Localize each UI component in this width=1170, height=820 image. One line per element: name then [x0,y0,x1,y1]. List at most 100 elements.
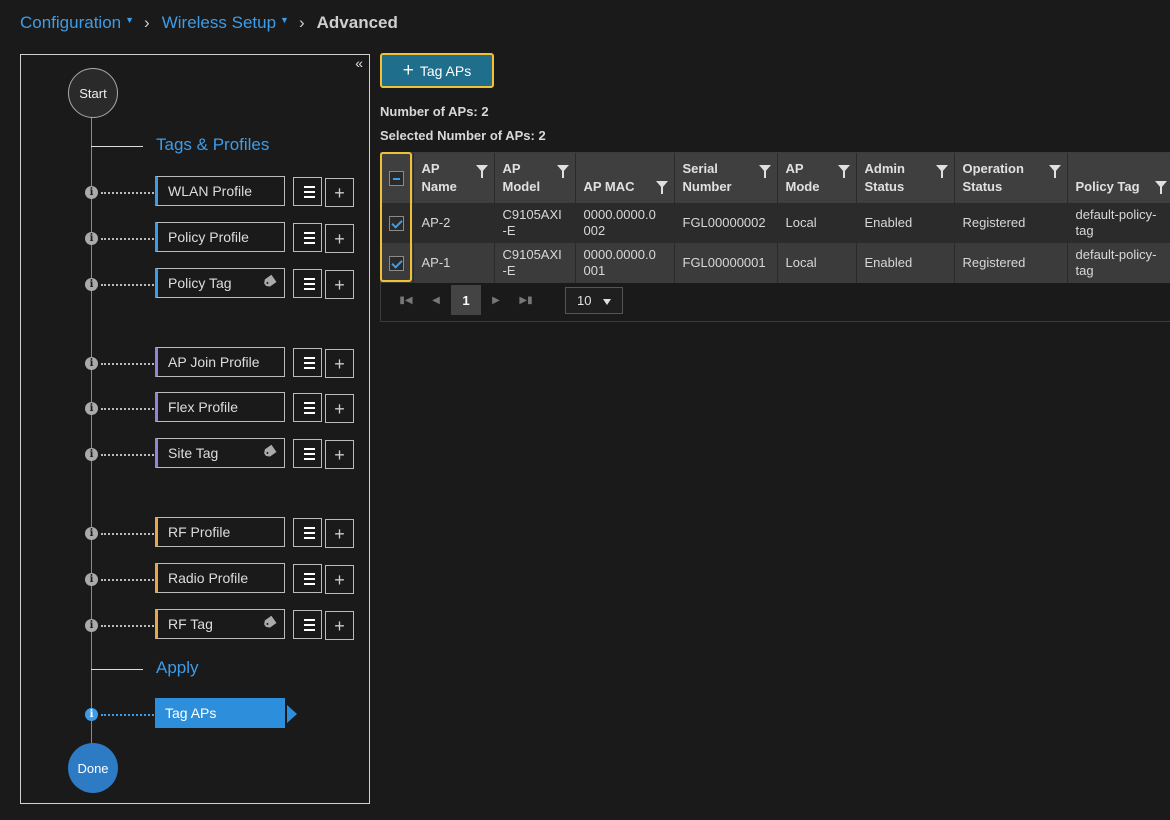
list-icon [300,447,315,460]
step-flex-profile[interactable]: Flex Profile [155,392,285,422]
cell-serial: FGL00000001 [674,243,778,283]
column-header-policy-tag[interactable]: Policy Tag [1067,153,1170,203]
column-header-serial-number[interactable]: Serial Number [674,153,778,203]
table-row[interactable]: AP-1 C9105AXI -E 0000.0000.0 001 FGL000000… [381,243,1170,283]
step-tag-aps[interactable]: Tag APs [155,698,285,728]
cell-ap-model: C9105AXI -E [494,203,576,243]
cell-ap-name: AP-2 [413,203,495,243]
plus-icon: + [334,444,345,465]
tag-icon [264,444,277,457]
list-site-tag-button[interactable] [293,439,322,468]
list-rf-tag-button[interactable] [293,610,322,639]
add-wlan-profile-button[interactable]: + [325,178,354,207]
column-label: AP MAC [583,179,635,194]
column-header-ap-mode[interactable]: AP Mode [777,153,857,203]
add-policy-profile-button[interactable]: + [325,224,354,253]
row-checkbox[interactable] [389,256,405,272]
step-rf-tag[interactable]: RF Tag [155,609,285,639]
tag-aps-button[interactable]: + Tag APs [380,53,494,88]
cell-text: tag [1075,223,1094,238]
column-label: Serial [682,161,718,176]
step-site-tag[interactable]: Site Tag [155,438,285,468]
filter-icon[interactable] [758,165,771,178]
step-wlan-profile[interactable]: WLAN Profile [155,176,285,206]
next-page-icon[interactable]: ▶ [481,295,511,306]
cell-ap-model: C9105AXI -E [494,243,576,283]
step-rf-profile[interactable]: RF Profile [155,517,285,547]
breadcrumb-wireless-setup[interactable]: Wireless Setup ▼ [162,13,289,33]
step-radio-profile[interactable]: Radio Profile [155,563,285,593]
column-label: Status [864,179,905,194]
list-radio-profile-button[interactable] [293,564,322,593]
cell-text: C9105AXI [502,247,562,262]
column-label: Policy Tag [1075,179,1140,194]
add-policy-tag-button[interactable]: + [325,270,354,299]
info-icon[interactable]: i [85,527,98,540]
column-label: Status [962,179,1003,194]
add-rf-profile-button[interactable]: + [325,519,354,548]
list-flex-profile-button[interactable] [293,393,322,422]
column-header-operation-status[interactable]: Operation Status [954,153,1068,203]
info-icon[interactable]: i [85,619,98,632]
list-ap-join-profile-button[interactable] [293,348,322,377]
collapse-double-left-icon[interactable]: « [355,55,363,71]
list-policy-profile-button[interactable] [293,223,322,252]
filter-icon[interactable] [1048,165,1061,178]
table-row[interactable]: AP-2 C9105AXI -E 0000.0000.0 002 FGL000000… [381,203,1170,243]
column-label: Name [421,179,457,194]
info-icon[interactable]: i [85,357,98,370]
list-icon [300,401,315,414]
step-policy-profile[interactable]: Policy Profile [155,222,285,252]
column-header-ap-model[interactable]: AP Model [494,153,576,203]
column-label: Model [502,179,541,194]
add-flex-profile-button[interactable]: + [325,394,354,423]
info-icon[interactable]: i [85,573,98,586]
cell-operation-status: Registered [954,243,1068,283]
chevron-right-icon: › [144,13,150,32]
caret-down-icon: ▼ [125,15,135,25]
plus-icon: + [334,228,345,249]
column-header-admin-status[interactable]: Admin Status [856,153,955,203]
info-icon[interactable]: i [85,186,98,199]
add-radio-profile-button[interactable]: + [325,565,354,594]
breadcrumb-configuration[interactable]: Configuration ▼ [20,13,134,33]
step-label: Radio Profile [168,570,249,586]
list-rf-profile-button[interactable] [293,518,322,547]
add-site-tag-button[interactable]: + [325,440,354,469]
plus-icon: + [334,569,345,590]
cell-mode: Local [777,243,857,283]
prev-page-icon[interactable]: ◀ [421,295,451,306]
list-icon [300,356,315,369]
add-ap-join-profile-button[interactable]: + [325,349,354,378]
ap-table-panel: AP Name AP Model AP MAC Serial Number AP Mod… [380,152,1170,322]
info-icon[interactable]: i [85,278,98,291]
column-header-ap-name[interactable]: AP Name [413,153,495,203]
add-rf-tag-button[interactable]: + [325,611,354,640]
filter-icon[interactable] [655,181,668,194]
cell-policy-tag: default-policy-tag [1067,203,1170,243]
last-page-icon[interactable]: ▶▮ [511,295,541,306]
filter-icon[interactable] [935,165,948,178]
plus-icon: + [334,398,345,419]
step-policy-tag[interactable]: Policy Tag [155,268,285,298]
step-ap-join-profile[interactable]: AP Join Profile [155,347,285,377]
filter-icon[interactable] [475,165,488,178]
row-checkbox[interactable] [389,216,405,232]
list-wlan-profile-button[interactable] [293,177,322,206]
filter-icon[interactable] [837,165,850,178]
filter-icon[interactable] [556,165,569,178]
list-policy-tag-button[interactable] [293,269,322,298]
info-icon[interactable]: i [85,708,98,721]
column-header-ap-mac[interactable]: AP MAC [575,153,675,203]
info-icon[interactable]: i [85,402,98,415]
page-size-select[interactable]: 10 [565,286,623,314]
select-all-checkbox[interactable] [389,171,405,187]
first-page-icon[interactable]: ▮◀ [391,295,421,306]
current-page[interactable]: 1 [451,285,481,315]
info-icon[interactable]: i [85,448,98,461]
info-icon[interactable]: i [85,232,98,245]
cell-text: 002 [583,223,606,238]
filter-icon[interactable] [1154,181,1167,194]
section-apply: Apply [156,658,199,677]
tag-icon [264,615,277,628]
